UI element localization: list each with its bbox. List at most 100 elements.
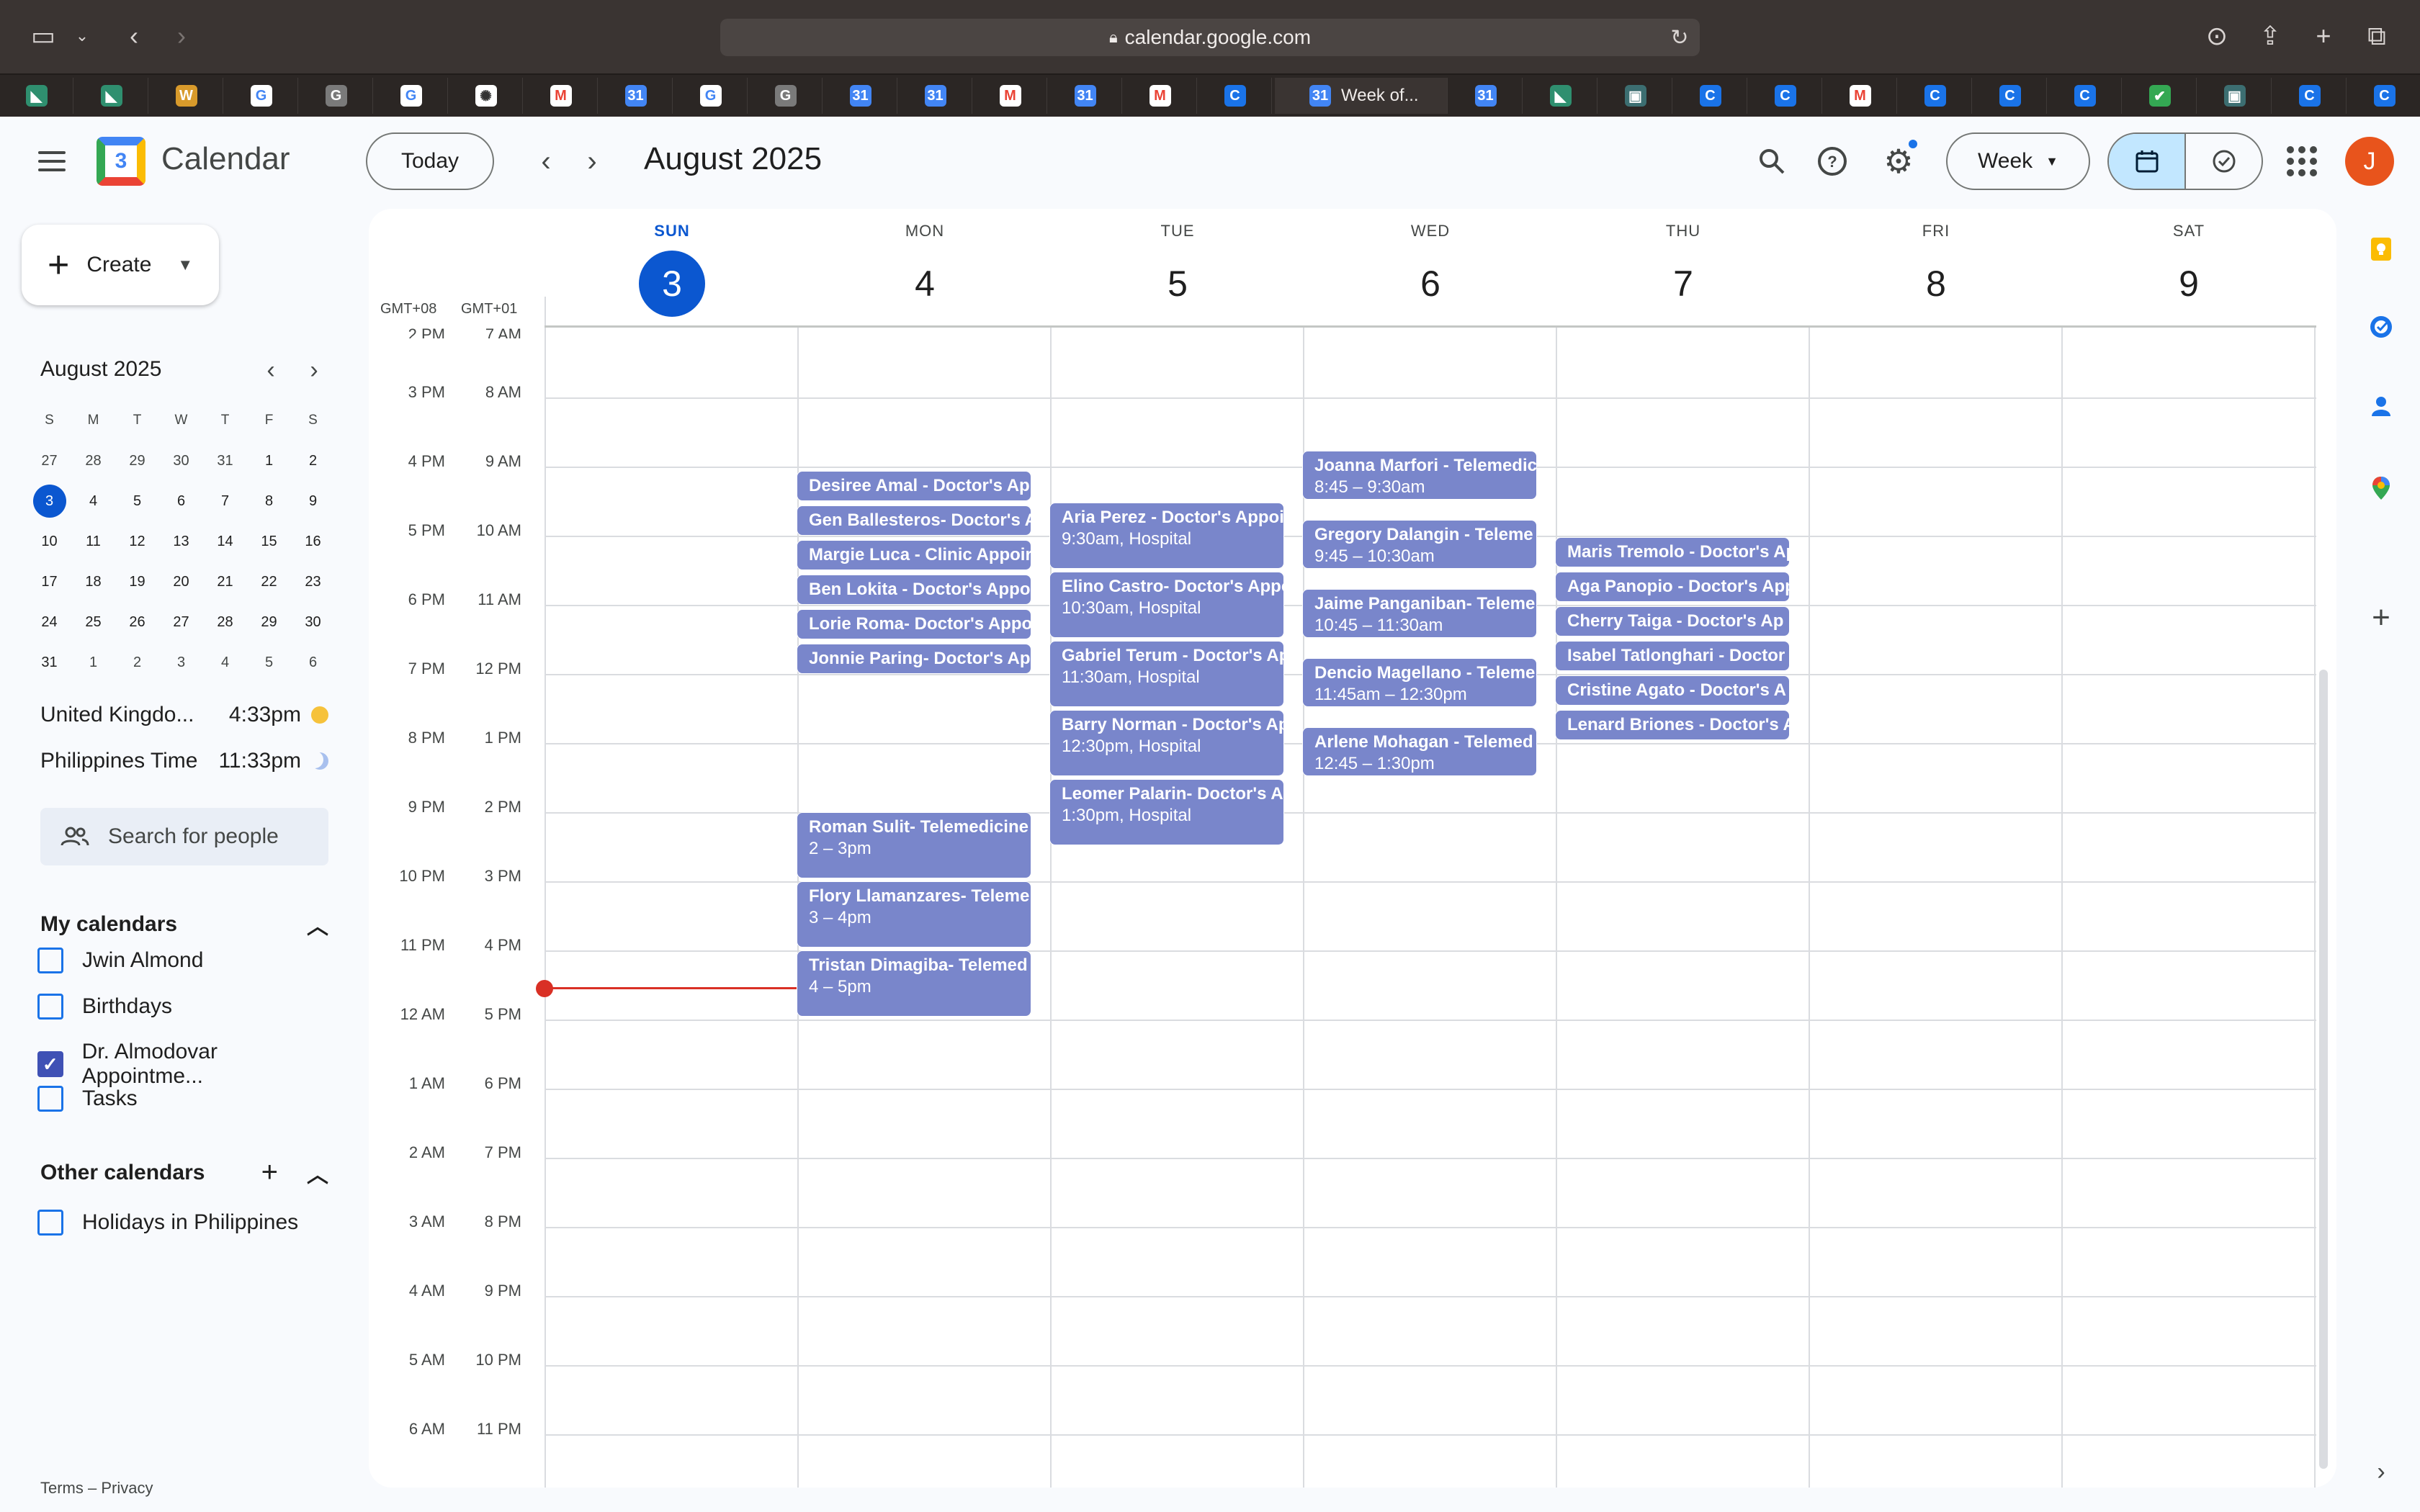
mini-day[interactable]: 5 [247,642,291,683]
mini-day[interactable]: 22 [247,562,291,602]
add-addon-icon[interactable]: + [2364,600,2398,635]
browser-tab[interactable]: C [1674,78,1747,114]
event-wed[interactable]: Gregory Dalangin - Teleme 9:45 – 10:30am [1302,520,1537,569]
my-calendars-header[interactable]: My calendars ︿ [40,909,328,940]
day-number[interactable]: 6 [1304,251,1556,317]
browser-tab[interactable]: C [1899,78,1972,114]
mini-day[interactable]: 27 [159,602,203,642]
browser-tab[interactable]: ▣ [2198,78,2272,114]
mini-day[interactable]: 12 [115,521,159,562]
forward-icon[interactable]: › [166,20,197,52]
browser-tab[interactable]: M [1124,78,1197,114]
event-mon[interactable]: Lorie Roma- Doctor's Appo [797,609,1031,639]
day-header[interactable]: MON 4 [799,222,1051,317]
mini-day[interactable]: 31 [27,642,71,683]
browser-tab[interactable]: ✺ [449,78,523,114]
event-wed[interactable]: Arlene Mohagan - Telemed 12:45 – 1:30pm [1302,727,1537,776]
day-header[interactable]: SAT 9 [2063,222,2315,317]
mini-day[interactable]: 2 [115,642,159,683]
calendar-item[interactable]: Tasks [37,1086,340,1112]
event-thu[interactable]: Cherry Taiga - Doctor's Ap [1555,606,1790,636]
tab-overview-icon[interactable]: ⧉ [2361,20,2393,52]
calendar-item[interactable]: ✓ Dr. Almodovar Appointme... [37,1040,340,1089]
browser-tab[interactable]: 31 [1049,78,1122,114]
browser-tab[interactable]: G [749,78,823,114]
tasks-view-icon[interactable] [2186,134,2262,189]
browser-tab[interactable]: ✔ [2123,78,2197,114]
url-bar[interactable]: 🔒︎ calendar.google.com [720,19,1700,56]
google-apps-icon[interactable] [2285,144,2319,179]
event-thu[interactable]: Maris Tremolo - Doctor's Ap [1555,537,1790,567]
mini-day[interactable]: 19 [115,562,159,602]
browser-tab[interactable]: ▣ [1599,78,1672,114]
browser-tab[interactable]: C [1198,78,1272,114]
day-header[interactable]: FRI 8 [1810,222,2062,317]
browser-tab[interactable]: M [524,78,598,114]
reload-icon[interactable]: ↻ [1664,22,1695,53]
sidebar-toggle-icon[interactable]: ▭ [27,20,59,52]
event-mon[interactable]: Flory Llamanzares- Teleme 3 – 4pm [797,881,1031,948]
mini-day[interactable]: 5 [115,481,159,521]
mini-day[interactable]: 20 [159,562,203,602]
browser-tab[interactable]: M [1824,78,1897,114]
mini-day[interactable]: 26 [115,602,159,642]
event-wed[interactable]: Dencio Magellano - Teleme 11:45am – 12:30… [1302,658,1537,707]
event-mon[interactable]: Gen Ballesteros- Doctor's A [797,505,1031,536]
create-button[interactable]: + Create ▼ [22,225,219,305]
view-selector[interactable]: Week ▼ [1946,132,2090,190]
mini-day[interactable]: 7 [203,481,247,521]
mini-day[interactable]: 1 [71,642,115,683]
mini-day[interactable]: 3 [159,642,203,683]
mini-day[interactable]: 10 [27,521,71,562]
calendar-checkbox[interactable] [37,1086,63,1112]
search-people-input[interactable]: Search for people [40,808,328,865]
mini-day[interactable]: 4 [71,481,115,521]
calendar-checkbox[interactable] [37,948,63,973]
event-tue[interactable]: Elino Castro- Doctor's Appo 10:30am, Hosp… [1049,572,1284,638]
add-calendar-icon[interactable]: + [261,1156,278,1189]
browser-tab[interactable]: 31 [899,78,972,114]
browser-tab[interactable]: ◣ [1524,78,1597,114]
mini-day[interactable]: 18 [71,562,115,602]
calendar-tasks-toggle[interactable] [2107,132,2263,190]
browser-tab[interactable]: G [300,78,373,114]
mini-day[interactable]: 28 [203,602,247,642]
event-mon[interactable]: Jonnie Paring- Doctor's Ap [797,644,1031,674]
chevron-down-icon[interactable]: ⌄ [66,20,98,52]
keep-icon[interactable] [2364,232,2398,266]
downloads-icon[interactable]: ⊙ [2201,20,2233,52]
mini-day[interactable]: 24 [27,602,71,642]
main-menu-icon[interactable] [35,144,69,179]
browser-tab[interactable]: C [1749,78,1822,114]
browser-tab[interactable]: ◣ [0,78,73,114]
event-tue[interactable]: Gabriel Terum - Doctor's Ap 11:30am, Hosp… [1049,641,1284,707]
event-thu[interactable]: Isabel Tatlonghari - Doctor [1555,641,1790,671]
day-header[interactable]: SUN 3 [546,222,798,317]
browser-tab[interactable]: ◣ [75,78,148,114]
calendar-item[interactable]: Birthdays [37,994,340,1020]
mini-day[interactable]: 9 [291,481,335,521]
maps-icon[interactable] [2364,471,2398,505]
calendar-checkbox[interactable] [37,994,63,1020]
browser-tab[interactable]: 31 [599,78,673,114]
mini-day[interactable]: 29 [247,602,291,642]
event-thu[interactable]: Aga Panopio - Doctor's App [1555,572,1790,602]
browser-tab[interactable]: W [150,78,223,114]
browser-tab[interactable]: C [2348,78,2420,114]
other-calendars-header[interactable]: Other calendars + ︿ [40,1156,328,1189]
day-header[interactable]: THU 7 [1557,222,1809,317]
new-tab-icon[interactable]: + [2308,20,2339,52]
event-thu[interactable]: Cristine Agato - Doctor's A [1555,675,1790,706]
vertical-scrollbar[interactable] [2319,670,2328,1469]
mini-day[interactable]: 31 [203,441,247,481]
mini-day[interactable]: 29 [115,441,159,481]
account-avatar[interactable]: J [2345,137,2394,186]
share-icon[interactable]: ⇪ [2254,20,2286,52]
mini-day-today[interactable]: 3 [27,481,71,521]
tab-active[interactable]: 31 Week of... [1275,78,1448,114]
mini-day[interactable]: 30 [159,441,203,481]
event-mon[interactable]: Ben Lokita - Doctor's Appo [797,575,1031,605]
event-mon[interactable]: Desiree Amal - Doctor's Ap [797,471,1031,501]
mini-day[interactable]: 2 [291,441,335,481]
day-header[interactable]: TUE 5 [1052,222,1304,317]
